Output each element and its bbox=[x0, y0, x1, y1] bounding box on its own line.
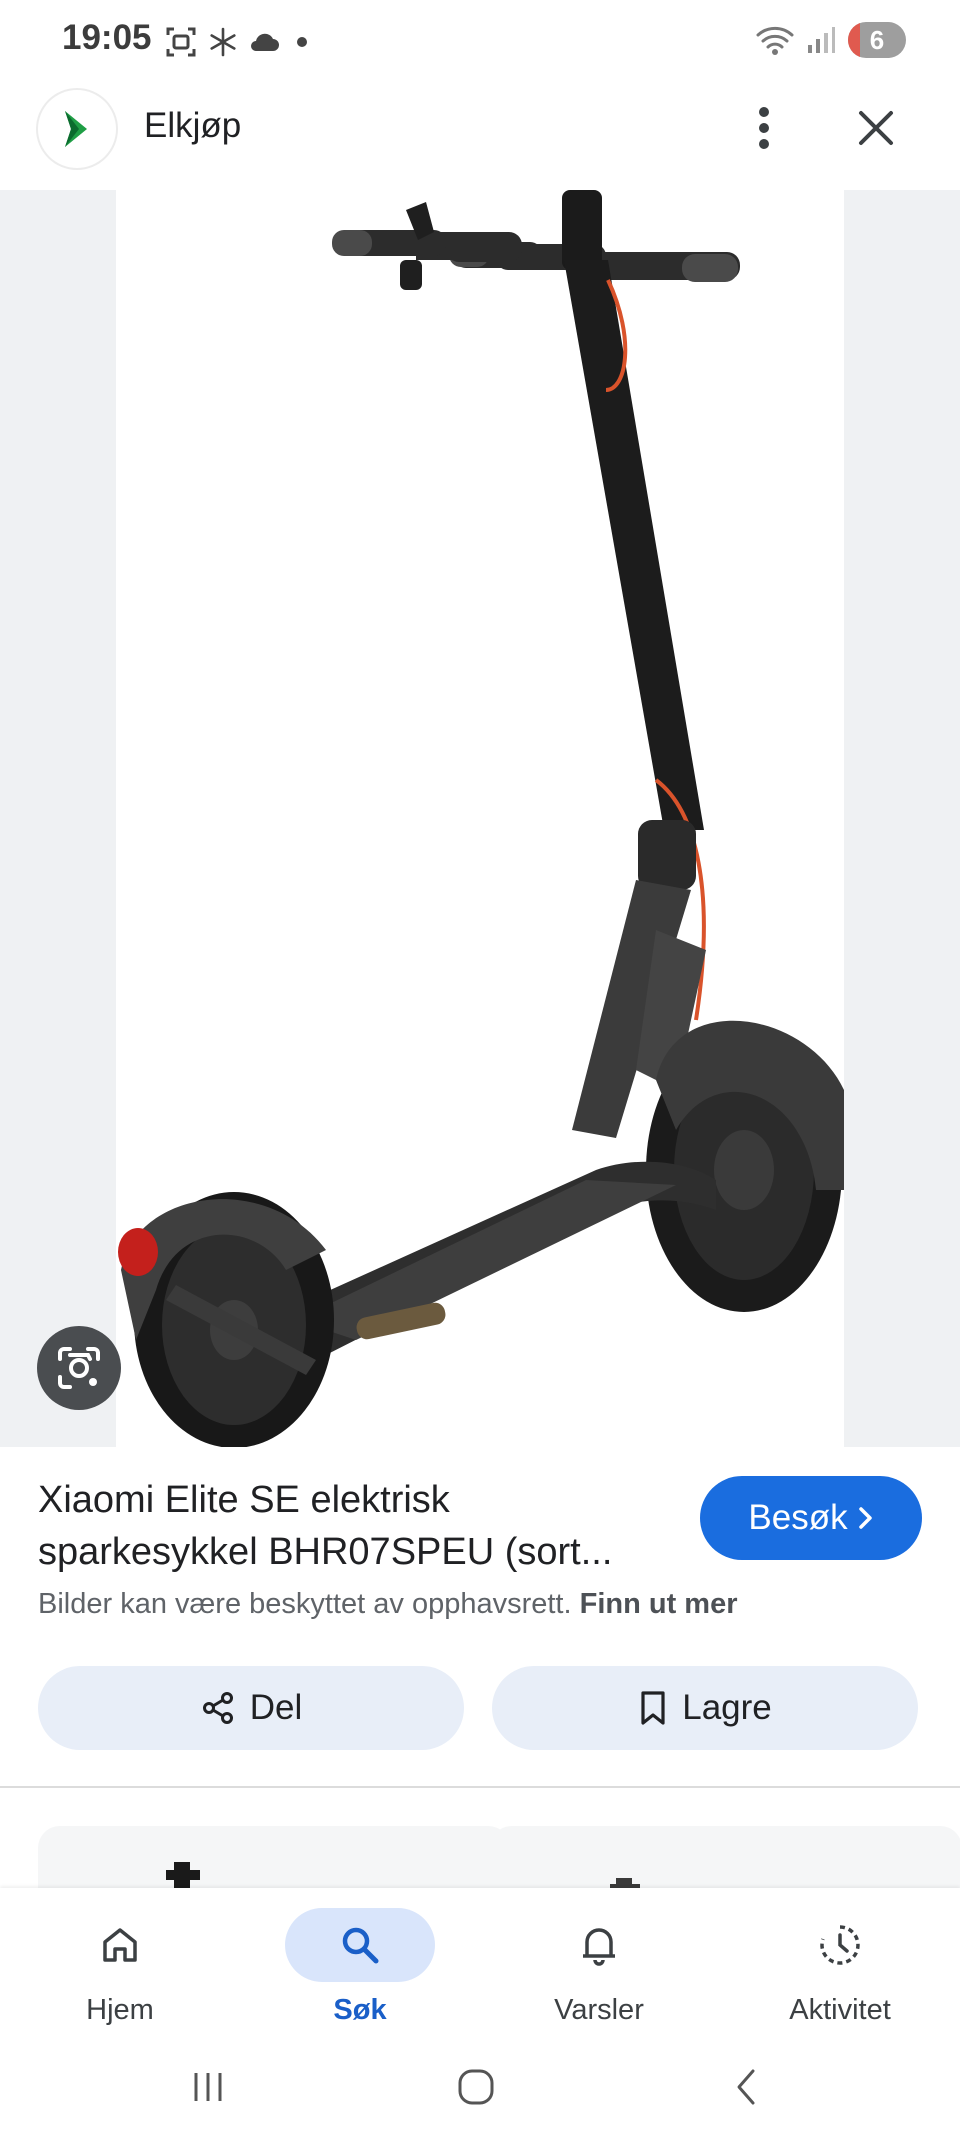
status-icons-left bbox=[164, 22, 314, 62]
scooter-illustration bbox=[118, 190, 844, 1448]
share-icon bbox=[202, 1692, 233, 1724]
lens-icon bbox=[58, 1347, 100, 1389]
battery-level: 6 bbox=[869, 24, 885, 55]
more-options-button[interactable] bbox=[742, 100, 786, 156]
signal-icon bbox=[808, 27, 835, 53]
nav-home-icon-wrap bbox=[45, 1908, 195, 1982]
cloud-icon bbox=[251, 33, 279, 51]
bell-icon bbox=[583, 1928, 615, 1966]
nav-activity[interactable]: Aktivitet bbox=[740, 1900, 940, 2040]
close-icon bbox=[859, 111, 893, 145]
product-image[interactable] bbox=[116, 190, 844, 1448]
bookmark-icon bbox=[641, 1691, 665, 1725]
nav-alerts-label: Varsler bbox=[554, 1994, 644, 2026]
bottom-navigation: Hjem Søk Varsler Aktivitet bbox=[0, 1888, 960, 2043]
nav-alerts[interactable]: Varsler bbox=[499, 1900, 699, 2040]
nav-home-label: Hjem bbox=[86, 1994, 154, 2026]
copyright-notice: Bilder kan være beskyttet av opphavsrett… bbox=[38, 1588, 738, 1621]
share-label: Del bbox=[249, 1688, 303, 1727]
visit-button-label: Besøk bbox=[748, 1498, 848, 1537]
recent-apps-button[interactable] bbox=[168, 2055, 248, 2119]
battery-icon: 6 bbox=[848, 22, 906, 58]
learn-more-link[interactable]: Finn ut mer bbox=[580, 1588, 738, 1620]
nav-activity-icon-wrap bbox=[765, 1908, 915, 1982]
nav-alerts-icon-wrap bbox=[524, 1908, 674, 1982]
google-lens-button[interactable] bbox=[37, 1326, 121, 1410]
save-label: Lagre bbox=[682, 1688, 772, 1727]
copyright-text: Bilder kan være beskyttet av opphavsrett… bbox=[38, 1588, 572, 1620]
wifi-icon bbox=[756, 26, 794, 55]
back-icon bbox=[737, 2069, 755, 2105]
share-button[interactable]: Del bbox=[38, 1666, 464, 1750]
screen-record-icon bbox=[166, 27, 196, 57]
recent-apps-icon bbox=[194, 2073, 222, 2101]
system-home-button[interactable] bbox=[436, 2055, 516, 2119]
more-vert-icon bbox=[759, 107, 769, 149]
result-title[interactable]: Xiaomi Elite SE elektrisk sparkesykkel B… bbox=[38, 1474, 678, 1578]
dot-icon bbox=[297, 37, 307, 47]
close-button[interactable] bbox=[850, 102, 902, 154]
visit-button[interactable]: Besøk bbox=[700, 1476, 922, 1560]
system-back-button[interactable] bbox=[706, 2055, 786, 2119]
nav-search-label: Søk bbox=[333, 1994, 387, 2026]
search-icon bbox=[342, 1927, 379, 1964]
elkjop-logo-icon bbox=[65, 111, 87, 147]
system-home-icon bbox=[458, 2069, 494, 2105]
nav-search[interactable]: Søk bbox=[260, 1900, 460, 2040]
system-navigation-bar bbox=[0, 2043, 960, 2133]
save-button[interactable]: Lagre bbox=[492, 1666, 918, 1750]
nav-search-icon-wrap bbox=[285, 1908, 435, 1982]
snowflake-icon bbox=[210, 27, 236, 57]
chevron-right-icon bbox=[858, 1507, 872, 1529]
divider bbox=[0, 1786, 960, 1788]
status-icons-right: 6 bbox=[756, 18, 906, 62]
nav-home[interactable]: Hjem bbox=[20, 1900, 220, 2040]
site-logo[interactable] bbox=[38, 90, 116, 168]
status-time: 19:05 bbox=[62, 18, 152, 57]
home-icon bbox=[103, 1928, 137, 1962]
nav-activity-label: Aktivitet bbox=[789, 1994, 891, 2026]
site-name[interactable]: Elkjøp bbox=[144, 106, 241, 146]
activity-icon bbox=[820, 1925, 860, 1965]
